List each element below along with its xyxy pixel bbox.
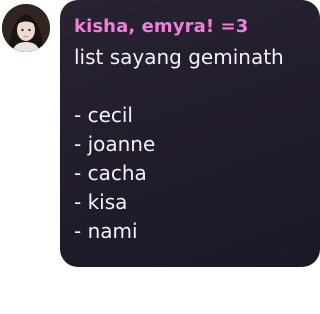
list-item: - cacha xyxy=(74,161,147,185)
avatar-photo-icon xyxy=(2,4,50,52)
list-item: - kisa xyxy=(74,190,128,214)
list-item: - joanne xyxy=(74,132,156,156)
sender-name[interactable]: kisha, emyra! =3 xyxy=(74,15,306,39)
avatar[interactable] xyxy=(2,4,50,52)
list-item: - nami xyxy=(74,219,138,243)
message-bubble: kisha, emyra! =3 list sayang geminath - … xyxy=(60,0,320,267)
message-title-line: list sayang geminath xyxy=(74,45,284,69)
list-item: - cecil xyxy=(74,103,133,127)
chat-message: kisha, emyra! =3 list sayang geminath - … xyxy=(0,0,320,314)
